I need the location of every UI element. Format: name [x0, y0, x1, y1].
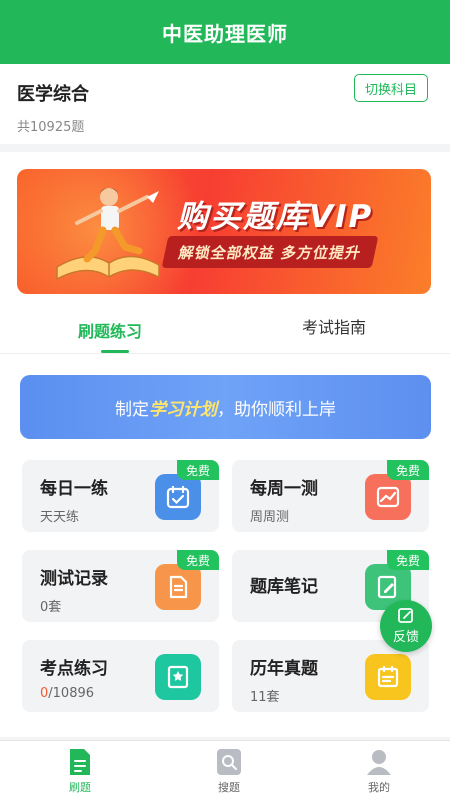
- edit-icon: [398, 608, 413, 623]
- nav-search[interactable]: 搜题: [199, 747, 259, 795]
- nav-label: 搜题: [218, 781, 240, 794]
- search-icon: [217, 749, 241, 775]
- free-badge: 免费: [177, 460, 219, 480]
- card-subtitle: 天天练: [40, 510, 80, 525]
- nav-label: 刷题: [69, 781, 91, 794]
- plan-suffix: ，助你顺利上岸: [217, 399, 336, 420]
- subject-section: 医学综合 共10925题 切换科目: [0, 64, 450, 144]
- card-weekly-test[interactable]: 每周一测 周周测 免费: [232, 460, 429, 532]
- plan-highlight: 学习计划: [149, 399, 217, 420]
- free-badge: 免费: [177, 550, 219, 570]
- bottom-nav: 刷题 搜题 我的: [0, 740, 450, 800]
- feedback-button[interactable]: 反馈: [380, 600, 432, 652]
- tab-bar: 刷题练习 考试指南: [0, 304, 450, 354]
- vip-banner[interactable]: 购买题库VIP 解锁全部权益 多方位提升: [17, 169, 431, 294]
- page-title: 中医助理医师: [162, 21, 288, 46]
- card-title: 历年真题: [250, 659, 318, 679]
- card-daily-practice[interactable]: 每日一练 天天练 免费: [22, 460, 219, 532]
- calendar-check-icon: [155, 474, 201, 520]
- vip-title: 购买题库VIP: [177, 199, 374, 235]
- free-badge: 免费: [387, 550, 429, 570]
- document-icon: [155, 564, 201, 610]
- subject-name: 医学综合: [17, 84, 89, 105]
- card-title: 每日一练: [40, 479, 108, 499]
- progress-total: /10896: [48, 686, 95, 701]
- nav-practice[interactable]: 刷题: [50, 747, 110, 795]
- nav-label: 我的: [368, 781, 390, 794]
- nav-profile[interactable]: 我的: [349, 747, 409, 795]
- chart-image-icon: [365, 474, 411, 520]
- vip-subtitle: 解锁全部权益 多方位提升: [161, 236, 379, 268]
- switch-subject-button[interactable]: 切换科目: [354, 74, 428, 102]
- tab-exam-guide[interactable]: 考试指南: [302, 314, 366, 338]
- main-panel: 购买题库VIP 解锁全部权益 多方位提升 刷题练习 考试指南 制定 学习计划 ，…: [0, 152, 450, 737]
- plan-prefix: 制定: [115, 399, 149, 420]
- card-subtitle: 11套: [250, 690, 280, 705]
- card-title: 测试记录: [40, 569, 108, 589]
- tab-practice[interactable]: 刷题练习: [78, 318, 142, 342]
- question-count: 共10925题: [17, 120, 85, 135]
- card-title: 题库笔记: [250, 577, 318, 597]
- card-progress: 0/10896: [40, 686, 94, 701]
- reading-person-illustration: [56, 188, 160, 281]
- card-subtitle: 0套: [40, 600, 62, 615]
- star-book-icon: [155, 654, 201, 700]
- free-badge: 免费: [387, 460, 429, 480]
- card-subtitle: 周周测: [250, 510, 290, 525]
- app-header: 中医助理医师: [0, 0, 450, 64]
- study-plan-button[interactable]: 制定 学习计划 ，助你顺利上岸: [20, 375, 431, 439]
- practice-icon: [70, 749, 90, 775]
- card-key-points-practice[interactable]: 考点练习 0/10896: [22, 640, 219, 712]
- feedback-label: 反馈: [392, 630, 419, 645]
- card-title: 每周一测: [250, 479, 318, 499]
- user-icon: [367, 750, 391, 775]
- exam-paper-icon: [365, 654, 411, 700]
- active-tab-indicator: [101, 350, 129, 353]
- card-title: 考点练习: [40, 659, 108, 679]
- card-test-records[interactable]: 测试记录 0套 免费: [22, 550, 219, 622]
